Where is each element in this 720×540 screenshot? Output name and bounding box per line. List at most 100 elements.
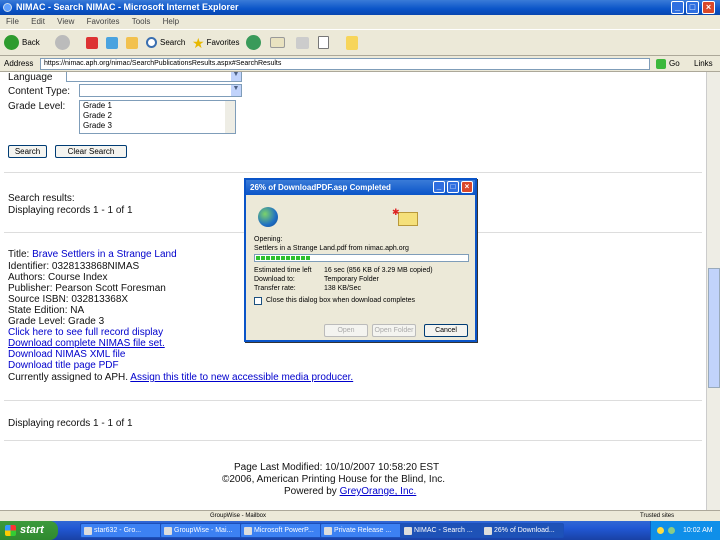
menu-bar: File Edit View Favorites Tools Help xyxy=(0,15,720,29)
grade-option[interactable]: Grade 1 xyxy=(80,101,235,111)
powered-by: Powered by GreyOrange, Inc. xyxy=(284,486,417,497)
language-select[interactable]: ▼ xyxy=(66,72,242,82)
time-left-value: 16 sec (856 KB of 3.29 MB copied) xyxy=(324,267,433,274)
menu-edit[interactable]: Edit xyxy=(31,17,45,26)
taskbar-item[interactable]: 26% of Download... xyxy=(480,523,564,538)
tray-icon[interactable] xyxy=(668,527,675,534)
back-button[interactable]: Back xyxy=(4,34,40,52)
grade-level-list[interactable]: Grade 1 Grade 2 Grade 3 xyxy=(79,100,236,134)
assignment-line: Currently assigned to APH. Assign this t… xyxy=(8,372,354,383)
grade-level-label: Grade Level: xyxy=(8,101,66,112)
ie-icon xyxy=(3,3,12,12)
page-scrollbar[interactable] xyxy=(706,72,720,510)
record-identifier: Identifier: 0328133868NIMAS xyxy=(8,261,140,272)
taskbar: start star632 - Gro... GroupWise - Mai..… xyxy=(0,521,720,540)
search-button[interactable]: Search xyxy=(146,34,185,52)
address-label: Address xyxy=(4,59,34,68)
close-button[interactable]: × xyxy=(702,1,715,14)
transfer-rate-label: Transfer rate: xyxy=(254,285,296,292)
sparkle-icon: ✱ xyxy=(392,207,400,217)
opening-filename: Settlers in a Strange Land.pdf from nima… xyxy=(254,245,409,252)
download-pdf-link[interactable]: Download title page PDF xyxy=(8,360,119,371)
time-left-label: Estimated time left xyxy=(254,267,312,274)
dialog-maximize-button[interactable]: □ xyxy=(447,181,459,193)
minimize-button[interactable]: _ xyxy=(671,1,684,14)
close-on-complete-label: Close this dialog box when download comp… xyxy=(266,297,416,304)
menu-file[interactable]: File xyxy=(6,17,19,26)
divider xyxy=(4,400,702,401)
stop-button[interactable] xyxy=(86,34,101,52)
record-title-value: Brave Settlers in a Strange Land xyxy=(32,249,177,260)
open-folder-button[interactable]: Open Folder xyxy=(372,324,416,337)
open-button[interactable]: Open xyxy=(324,324,368,337)
taskbar-item[interactable]: GroupWise - Mai... xyxy=(160,523,244,538)
download-progress-bar xyxy=(254,254,469,262)
transfer-rate-value: 138 KB/Sec xyxy=(324,285,361,292)
download-to-value: Temporary Folder xyxy=(324,276,379,283)
clock[interactable]: 10:02 AM xyxy=(683,527,713,534)
app-icon xyxy=(484,527,492,535)
language-label: Language xyxy=(8,72,53,83)
globe-icon xyxy=(258,207,278,227)
results-heading: Search results: xyxy=(8,193,75,204)
mail-button[interactable] xyxy=(270,34,288,52)
dialog-title-bar[interactable]: 26% of DownloadPDF.asp Completed _ □ × xyxy=(246,180,475,195)
taskbar-item[interactable]: Microsoft PowerP... xyxy=(240,523,324,538)
powered-by-link[interactable]: GreyOrange, Inc. xyxy=(340,486,417,497)
menu-view[interactable]: View xyxy=(57,17,74,26)
taskbar-item[interactable]: Private Release ... xyxy=(320,523,404,538)
toolbar: Back Search ★ Favorites xyxy=(0,29,720,56)
cancel-download-button[interactable]: Cancel xyxy=(424,324,468,337)
opening-label: Opening: xyxy=(254,236,283,243)
history-button[interactable] xyxy=(246,34,264,52)
tray-icon[interactable] xyxy=(657,527,664,534)
window-title: NIMAC - Search NIMAC - Microsoft Interne… xyxy=(16,2,239,12)
windows-logo-icon xyxy=(5,525,16,536)
full-record-link[interactable]: Click here to see full record display xyxy=(8,327,163,338)
folder-button[interactable] xyxy=(346,34,361,52)
maximize-button[interactable]: □ xyxy=(686,1,699,14)
forward-arrow-icon xyxy=(55,35,70,51)
history-icon xyxy=(246,35,261,51)
dialog-minimize-button[interactable]: _ xyxy=(433,181,445,193)
stop-icon xyxy=(86,36,98,49)
taskbar-item[interactable]: star632 - Gro... xyxy=(80,523,164,538)
go-button[interactable]: Go xyxy=(656,58,690,70)
app-icon xyxy=(164,527,172,535)
forward-button[interactable] xyxy=(55,34,73,52)
grade-option[interactable]: Grade 3 xyxy=(80,121,235,131)
list-scrollbar[interactable] xyxy=(225,101,235,133)
clear-search-button[interactable]: Clear Search xyxy=(55,145,127,158)
taskbar-item[interactable]: NIMAC - Search ... xyxy=(400,523,484,538)
content-type-select[interactable]: ▼ xyxy=(79,84,242,97)
print-button[interactable] xyxy=(296,34,312,52)
folder-icon xyxy=(346,35,358,50)
scrollbar-thumb[interactable] xyxy=(708,268,720,388)
address-input[interactable]: https://nimac.aph.org/nimac/SearchPublic… xyxy=(40,58,650,70)
menu-help[interactable]: Help xyxy=(163,17,179,26)
menu-favorites[interactable]: Favorites xyxy=(87,17,120,26)
go-arrow-icon xyxy=(656,58,666,69)
grade-option[interactable]: Grade 2 xyxy=(80,111,235,121)
favorites-button[interactable]: ★ Favorites xyxy=(192,34,239,52)
download-fileset-link[interactable]: Download complete NIMAS file set. xyxy=(8,338,165,349)
links-label[interactable]: Links xyxy=(694,56,713,72)
close-on-complete-checkbox[interactable] xyxy=(254,297,262,305)
assign-title-link[interactable]: Assign this title to new accessible medi… xyxy=(130,372,353,383)
window-title-bar[interactable]: NIMAC - Search NIMAC - Microsoft Interne… xyxy=(0,0,720,15)
home-button[interactable] xyxy=(126,34,141,52)
refresh-button[interactable] xyxy=(106,34,121,52)
edit-button[interactable] xyxy=(318,34,332,52)
record-state-edition: State Edition: NA xyxy=(8,305,85,316)
print-icon xyxy=(296,36,309,49)
download-xml-link[interactable]: Download NIMAS XML file xyxy=(8,349,125,360)
record-source-isbn: Source ISBN: 032813368X xyxy=(8,294,129,305)
app-icon xyxy=(324,527,332,535)
start-button[interactable]: start xyxy=(0,521,58,540)
dialog-close-button[interactable]: × xyxy=(461,181,473,193)
menu-tools[interactable]: Tools xyxy=(132,17,151,26)
back-arrow-icon xyxy=(4,35,19,51)
chevron-down-icon: ▼ xyxy=(231,72,241,81)
search-submit-button[interactable]: Search xyxy=(8,145,47,158)
status-bar: GroupWise - Mailbox Trusted sites xyxy=(0,510,720,521)
